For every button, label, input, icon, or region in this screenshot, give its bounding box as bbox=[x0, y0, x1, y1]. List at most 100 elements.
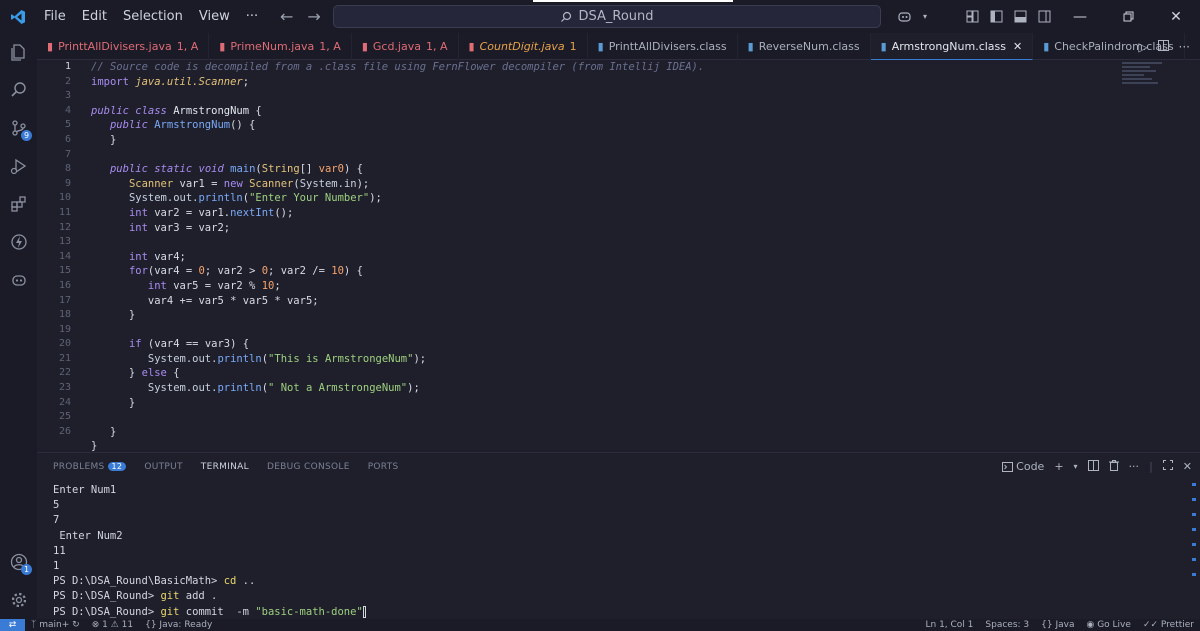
cursor-position[interactable]: Ln 1, Col 1 bbox=[920, 620, 980, 630]
minimap[interactable] bbox=[1122, 60, 1170, 100]
line-number: 17 bbox=[58, 294, 71, 306]
code-line: import java.util.Scanner; bbox=[91, 75, 250, 88]
copilot-chat-icon[interactable] bbox=[0, 261, 37, 299]
class-file-icon: ▮ bbox=[880, 39, 887, 53]
title-right-controls: — ✕ bbox=[960, 0, 1200, 33]
new-terminal-plus-icon[interactable]: + bbox=[1054, 460, 1063, 473]
split-editor-icon[interactable] bbox=[1157, 39, 1169, 54]
tab-gcd-java[interactable]: ▮ Gcd.java 1, A bbox=[352, 33, 459, 60]
tab-armstrongnum-class[interactable]: ▮ ArmstrongNum.class ✕ bbox=[870, 33, 1034, 60]
more-actions-icon[interactable]: ··· bbox=[1179, 40, 1190, 54]
customize-layout-icon[interactable] bbox=[960, 0, 984, 33]
language-mode[interactable]: {} Java bbox=[1035, 620, 1080, 630]
run-icon[interactable]: ▷ bbox=[1138, 40, 1147, 54]
close-tab-icon[interactable]: ✕ bbox=[1013, 40, 1022, 53]
type-name: Scanner bbox=[249, 177, 294, 190]
source-control-icon[interactable]: 9 bbox=[0, 109, 37, 147]
number-literal: 10 bbox=[261, 279, 275, 292]
terminal-dropdown-icon[interactable]: ▾ bbox=[1074, 462, 1078, 471]
problems-indicator[interactable]: ⊗ 1 ⚠ 11 bbox=[86, 620, 139, 630]
line-number: 19 bbox=[58, 323, 71, 335]
menu-selection[interactable]: Selection bbox=[115, 0, 191, 33]
more-panel-actions-icon[interactable]: ··· bbox=[1129, 460, 1140, 473]
terminal-line: Enter Num1 bbox=[53, 484, 117, 496]
code-line: int var2 = var1.nextInt(); bbox=[128, 206, 294, 219]
java-file-icon: ▮ bbox=[47, 40, 54, 53]
toggle-primary-sidebar-icon[interactable] bbox=[984, 0, 1008, 33]
menu-more[interactable]: ··· bbox=[238, 0, 266, 33]
tab-terminal[interactable]: TERMINAL bbox=[201, 462, 249, 472]
tab-label: PrinttAllDivisers.class bbox=[608, 40, 727, 53]
maximize-panel-icon[interactable] bbox=[1162, 460, 1173, 473]
run-debug-icon[interactable] bbox=[0, 147, 37, 185]
number-literal: 10 bbox=[331, 265, 344, 278]
class-file-icon: ▮ bbox=[747, 40, 754, 53]
terminal-shell-selector[interactable]: Code bbox=[1001, 460, 1044, 473]
code-line: System.out.println("Enter Your Number"); bbox=[128, 192, 382, 205]
tab-ports[interactable]: PORTS bbox=[368, 462, 399, 472]
toggle-secondary-sidebar-icon[interactable] bbox=[1032, 0, 1056, 33]
minimize-button[interactable]: — bbox=[1056, 0, 1104, 33]
code-line: } bbox=[91, 396, 136, 409]
accounts-icon[interactable]: 1 bbox=[0, 543, 37, 581]
code-text: (var4 == var3) { bbox=[147, 338, 250, 351]
tab-printtalldivisers-java[interactable]: ▮ PrinttAllDivisers.java 1, A bbox=[37, 33, 210, 60]
tab-primenum-java[interactable]: ▮ PrimeNum.java 1, A bbox=[209, 33, 352, 60]
extensions-icon[interactable] bbox=[0, 185, 37, 223]
split-terminal-icon[interactable] bbox=[1087, 459, 1099, 474]
field: System.in bbox=[299, 177, 357, 190]
menu-edit[interactable]: Edit bbox=[74, 0, 115, 33]
menu-view[interactable]: View bbox=[191, 0, 238, 33]
tab-debug-console[interactable]: DEBUG CONSOLE bbox=[267, 462, 350, 472]
code-text: var4 += var5 * var5 * var5; bbox=[147, 294, 319, 307]
method-name: main bbox=[230, 163, 256, 176]
keyword: void bbox=[198, 163, 224, 176]
search-sidebar-icon[interactable] bbox=[0, 71, 37, 109]
tab-problems[interactable]: PROBLEMS 12 bbox=[53, 461, 127, 472]
tab-reversenum-class[interactable]: ▮ ReverseNum.class bbox=[738, 33, 871, 60]
code-line: var4 += var5 * var5 * var5; bbox=[91, 294, 1091, 309]
menu-file[interactable]: File bbox=[36, 0, 74, 33]
git-branch[interactable]: ᛉ main+ ↻ bbox=[25, 620, 86, 630]
tab-problem-count: 1 bbox=[569, 40, 577, 53]
activity-bar-bottom: 1 bbox=[0, 543, 37, 619]
terminal-line: 7 bbox=[53, 514, 60, 527]
restore-button[interactable] bbox=[1104, 0, 1152, 33]
keyword: int bbox=[128, 206, 148, 219]
thunder-client-icon[interactable] bbox=[0, 223, 37, 261]
indentation[interactable]: Spaces: 3 bbox=[979, 620, 1035, 630]
explorer-icon[interactable] bbox=[0, 33, 37, 71]
method-name: nextInt bbox=[230, 206, 275, 219]
copilot-dropdown-icon[interactable]: ▾ bbox=[913, 0, 937, 33]
command-center-search[interactable]: DSA_Round bbox=[333, 5, 881, 28]
remote-indicator-icon[interactable]: ⇄ bbox=[0, 619, 25, 631]
code-editor[interactable]: 1 2 3 4 5 6 7 8 9 10 11 12 13 14 15 16 1… bbox=[37, 60, 1200, 452]
close-panel-icon[interactable]: ✕ bbox=[1183, 460, 1192, 473]
terminal-cursor bbox=[362, 605, 366, 618]
tab-printtalldivisers-class[interactable]: ▮ PrinttAllDivisers.class bbox=[588, 33, 738, 60]
tab-label: PrimeNum.java bbox=[230, 40, 315, 53]
class-file-icon: ▮ bbox=[597, 40, 604, 53]
prettier-status[interactable]: ✓✓ Prettier bbox=[1137, 620, 1200, 630]
line-number-gutter: 1 2 3 4 5 6 7 8 9 10 11 12 13 14 15 16 1… bbox=[37, 60, 75, 439]
close-window-button[interactable]: ✕ bbox=[1152, 0, 1200, 33]
back-arrow-icon[interactable]: ← bbox=[280, 7, 293, 26]
java-file-icon: ▮ bbox=[361, 40, 368, 53]
code-line: if (var4 == var3) { bbox=[91, 337, 1091, 352]
line-number: 25 bbox=[58, 411, 71, 423]
string-literal: "This is ArmstrongeNum" bbox=[268, 352, 414, 365]
prompt: PS D:\DSA_Round> bbox=[53, 605, 161, 618]
tab-countdigit-java[interactable]: ▮ CountDigit.java 1 bbox=[459, 33, 588, 60]
terminal-line: 1 bbox=[53, 559, 60, 572]
manage-gear-icon[interactable] bbox=[0, 581, 37, 619]
line-number: 14 bbox=[58, 250, 71, 262]
go-live-button[interactable]: ◉ Go Live bbox=[1080, 620, 1136, 630]
keyword: static bbox=[154, 163, 193, 176]
terminal-output[interactable]: Enter Num1 5 7 Enter Num2 11 1 PS D:\DSA… bbox=[53, 483, 366, 620]
forward-arrow-icon[interactable]: → bbox=[307, 7, 320, 26]
terminal-line: 5 bbox=[53, 499, 60, 512]
java-status[interactable]: {} Java: Ready bbox=[139, 620, 218, 630]
tab-output[interactable]: OUTPUT bbox=[144, 462, 182, 472]
kill-terminal-trash-icon[interactable] bbox=[1108, 459, 1119, 474]
toggle-panel-icon[interactable] bbox=[1008, 0, 1032, 33]
